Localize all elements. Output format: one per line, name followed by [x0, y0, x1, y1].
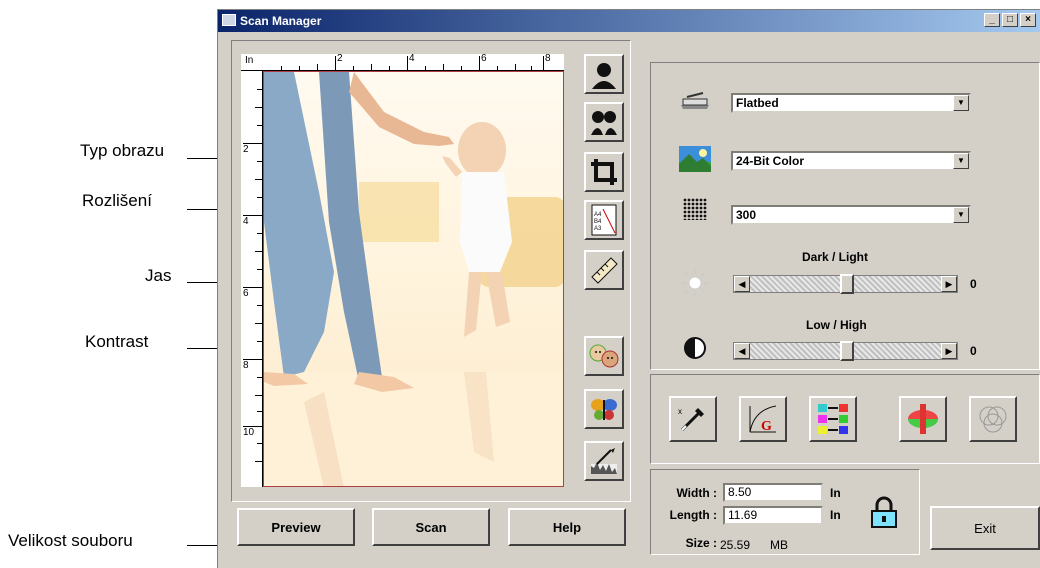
portrait-icon	[592, 63, 616, 89]
color-balance-button[interactable]	[809, 396, 857, 442]
svg-text:x: x	[678, 407, 682, 416]
brightness-value: 0	[970, 277, 977, 291]
minimize-button[interactable]: _	[984, 13, 1000, 27]
slider-right-arrow-icon[interactable]: ▶	[941, 343, 957, 359]
descreen-button[interactable]	[969, 396, 1017, 442]
image-type-select[interactable]: 24-Bit Color ▼	[731, 151, 971, 171]
eyedropper-button[interactable]: x	[669, 396, 717, 442]
preview-button[interactable]: Preview	[237, 508, 355, 546]
svg-text:A4: A4	[594, 212, 602, 218]
faces-icon	[589, 344, 619, 368]
tool-faces[interactable]	[584, 336, 624, 376]
saturation-button[interactable]	[899, 396, 947, 442]
exit-button[interactable]: Exit	[930, 506, 1040, 550]
gamma-curve-icon: G	[749, 405, 777, 434]
preview-photo-graphic	[264, 72, 563, 486]
contrast-slider[interactable]: ◀ ▶	[733, 341, 958, 361]
paper-size-icon: A4B4A3	[591, 204, 617, 236]
brightness-sun-icon	[677, 268, 713, 298]
svg-text:G: G	[761, 419, 772, 434]
tool-butterfly[interactable]	[584, 389, 624, 429]
chevron-down-icon[interactable]: ▼	[953, 207, 969, 223]
scan-source-value: Flatbed	[736, 96, 779, 110]
left-ruler-label: 8	[243, 360, 249, 371]
annotation-image-type: Typ obrazu	[80, 141, 165, 160]
lock-icon	[871, 496, 897, 528]
contrast-slider-thumb[interactable]	[839, 341, 854, 361]
crop-icon	[591, 159, 617, 185]
width-unit: In	[830, 486, 841, 500]
help-button[interactable]: Help	[508, 508, 626, 546]
aspect-lock-button[interactable]	[866, 494, 902, 530]
top-ruler-label: 4	[409, 53, 415, 64]
chevron-down-icon[interactable]: ▼	[953, 95, 969, 111]
resolution-value: 300	[736, 208, 757, 222]
eyedropper-icon: x	[678, 407, 704, 432]
gamma-curve-button[interactable]: G	[739, 396, 787, 442]
contrast-label: Low / High	[806, 318, 867, 332]
histogram-icon	[591, 448, 617, 474]
saturation-icon	[908, 404, 938, 434]
annotation-contrast: Kontrast	[85, 332, 149, 351]
slider-right-arrow-icon[interactable]: ▶	[941, 276, 957, 292]
size-label: Size :	[685, 536, 717, 550]
tool-mirror[interactable]	[584, 102, 624, 142]
brightness-slider-thumb[interactable]	[839, 274, 854, 294]
maximize-button[interactable]: □	[1002, 13, 1018, 27]
color-balance-icon	[818, 404, 848, 434]
top-ruler-label: 6	[481, 53, 487, 64]
flatbed-scanner-icon	[677, 86, 713, 116]
left-ruler-label: 10	[243, 427, 255, 438]
contrast-value: 0	[970, 344, 977, 358]
left-ruler-label: 2	[243, 144, 249, 155]
chevron-down-icon[interactable]: ▼	[953, 153, 969, 169]
title-bar: Scan Manager _ □ ×	[218, 10, 1040, 32]
resolution-dots-icon	[677, 194, 713, 224]
scanner-app-icon	[222, 14, 236, 26]
length-unit: In	[830, 508, 841, 522]
svg-text:A3: A3	[594, 226, 602, 232]
svg-text:B4: B4	[594, 219, 602, 225]
color-image-icon	[677, 144, 713, 174]
top-ruler: In 2 4 6 8	[241, 53, 564, 71]
left-ruler-label: 6	[243, 288, 249, 299]
preview-image[interactable]	[263, 71, 564, 487]
top-ruler-label: 2	[337, 53, 343, 64]
slider-left-arrow-icon[interactable]: ◀	[734, 276, 750, 292]
size-unit: MB	[770, 538, 788, 552]
descreen-icon	[979, 406, 1007, 433]
annotation-file-size: Velikost souboru	[8, 531, 133, 550]
left-ruler-label: 4	[243, 216, 249, 227]
length-label: Length :	[669, 508, 717, 522]
left-ruler: 2 4 6 8 10	[241, 71, 263, 487]
tool-histogram[interactable]	[584, 441, 624, 481]
tool-portrait[interactable]	[584, 54, 624, 94]
tool-crop[interactable]	[584, 152, 624, 192]
contrast-icon	[677, 333, 713, 363]
length-field[interactable]: 11.69	[723, 506, 823, 525]
size-value: 25.59	[720, 538, 751, 552]
brightness-slider[interactable]: ◀ ▶	[733, 274, 958, 294]
width-label: Width :	[676, 486, 717, 500]
window-title: Scan Manager	[240, 14, 322, 28]
annotation-resolution: Rozlišení	[82, 191, 152, 210]
width-field[interactable]: 8.50	[723, 483, 823, 502]
ruler-icon	[591, 257, 618, 284]
scan-source-select[interactable]: Flatbed ▼	[731, 93, 971, 113]
tool-paper-size[interactable]: A4 B4 A3	[584, 200, 624, 240]
scan-button[interactable]: Scan	[372, 508, 490, 546]
slider-left-arrow-icon[interactable]: ◀	[734, 343, 750, 359]
mirror-faces-icon	[591, 111, 617, 135]
annotation-brightness: Jas	[145, 266, 172, 285]
image-type-value: 24-Bit Color	[736, 154, 805, 168]
brightness-label: Dark / Light	[802, 250, 869, 264]
ruler-unit-label: In	[245, 55, 254, 66]
top-ruler-label: 8	[545, 53, 551, 64]
butterfly-icon	[591, 399, 617, 420]
resolution-select[interactable]: 300 ▼	[731, 205, 971, 225]
tool-ruler[interactable]	[584, 250, 624, 290]
close-button[interactable]: ×	[1020, 13, 1036, 27]
